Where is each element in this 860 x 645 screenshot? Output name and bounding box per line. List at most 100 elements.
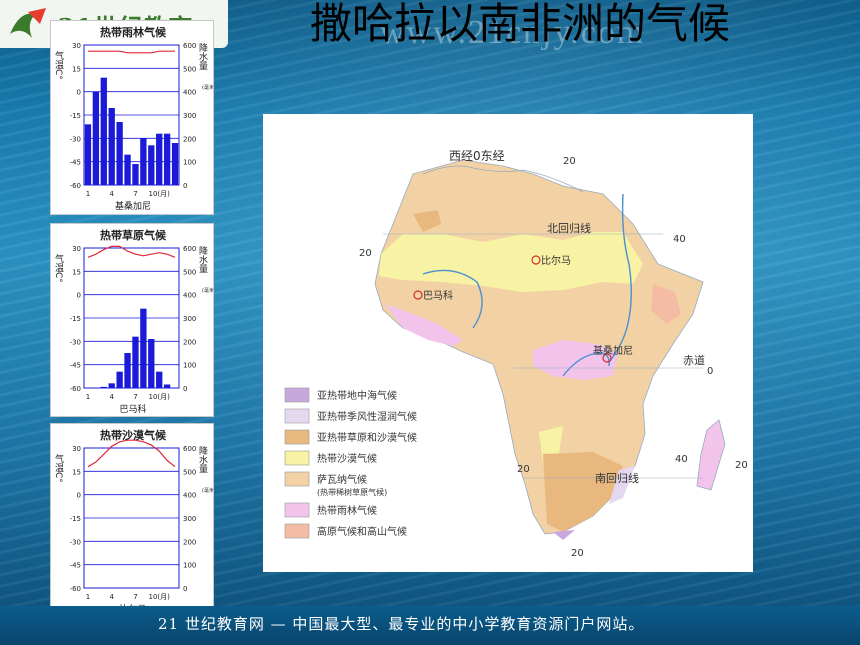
map-top-label: 西经0东经 bbox=[449, 149, 505, 163]
legend-item: 高原气候和高山气候 bbox=[284, 523, 407, 539]
climate-chart-savanna: 热带草原气候气温C° 降水量 (毫米) 30 600 15 500 0 400 -15 300 -30… bbox=[53, 228, 213, 415]
precip-tick-label: 500 bbox=[183, 468, 196, 476]
kisangani-label: 基桑加尼 bbox=[593, 344, 633, 357]
precip-unit-label: (毫米) bbox=[202, 287, 213, 294]
chart-panel-savanna: 热带草原气候气温C° 降水量 (毫米) 30 600 15 500 0 400 -15 300 -30… bbox=[50, 223, 214, 417]
legend-swatch bbox=[284, 471, 310, 487]
month-tick-label: 7 bbox=[133, 593, 137, 601]
temp-tick-label: -15 bbox=[70, 515, 81, 523]
precip-bar bbox=[140, 138, 147, 185]
precip-unit-label: (毫米) bbox=[202, 487, 213, 494]
station-name: 巴马科 bbox=[119, 403, 146, 415]
precip-tick-label: 500 bbox=[183, 268, 196, 276]
precip-tick-label: 0 bbox=[183, 585, 187, 593]
precip-bar bbox=[124, 353, 131, 388]
lat20n-label: 20 bbox=[359, 248, 372, 259]
precip-bar bbox=[156, 133, 163, 185]
temp-tick-label: 15 bbox=[72, 65, 81, 73]
legend-label: 高原气候和高山气候 bbox=[317, 525, 407, 538]
chart-panel-desert: 热带沙漠气候气温C°降水量(毫米)30600155000400-15300-30… bbox=[50, 423, 214, 613]
temp-tick-label: -30 bbox=[70, 135, 81, 143]
precip-axis-label: 降水量 bbox=[197, 42, 208, 70]
precip-bar bbox=[163, 384, 171, 388]
precip-tick-label: 0 bbox=[183, 182, 187, 190]
precip-bar bbox=[108, 108, 115, 185]
madagascar bbox=[696, 419, 726, 491]
precip-tick-label: 600 bbox=[183, 445, 196, 453]
precip-tick-label: 400 bbox=[183, 89, 196, 97]
temp-tick-label: 0 bbox=[77, 89, 81, 97]
legend-swatch bbox=[284, 408, 310, 424]
bamako-label: 巴马科 bbox=[423, 289, 453, 302]
lat20s-bottom-label: 20 bbox=[571, 548, 584, 559]
precip-tick-label: 300 bbox=[183, 112, 196, 120]
temp-tick-label: 15 bbox=[72, 468, 81, 476]
legend-item: 亚热带草原和沙漠气候 bbox=[284, 429, 417, 445]
climate-chart-desert: 热带沙漠气候气温C°降水量(毫米)30600155000400-15300-30… bbox=[53, 428, 213, 612]
month-tick-label: 10(月) bbox=[149, 190, 171, 198]
temp-axis-label: 气温C° bbox=[53, 453, 64, 483]
equator-label: 赤道 bbox=[683, 353, 705, 367]
temp-tick-label: 30 bbox=[72, 42, 81, 50]
legend-label: 热带沙漠气候 bbox=[317, 452, 377, 465]
precip-bar bbox=[148, 339, 155, 388]
precip-bar bbox=[140, 308, 147, 388]
month-tick-label: 7 bbox=[133, 190, 137, 198]
temp-tick-label: -15 bbox=[70, 315, 81, 323]
month-tick-label: 10(月) bbox=[149, 393, 171, 401]
bilma-label: 比尔马 bbox=[541, 254, 571, 267]
legend-swatch bbox=[284, 387, 310, 403]
precip-tick-label: 400 bbox=[183, 292, 196, 300]
precip-tick-label: 100 bbox=[183, 362, 196, 370]
legend-swatch bbox=[284, 429, 310, 445]
tropic-north-label: 北回归线 bbox=[547, 221, 591, 235]
precip-bar bbox=[148, 145, 155, 185]
chart-panel-rainforest: 热带雨林气候气温C° 降水量 (毫米) 30 600 15 500 0 400 -15 300 -30… bbox=[50, 20, 214, 215]
legend-swatch bbox=[284, 502, 310, 518]
temp-axis-label: 气温C° bbox=[53, 253, 64, 283]
legend-item: 亚热带季风性湿润气候 bbox=[284, 408, 417, 424]
lat20s-left-label: 20 bbox=[517, 464, 530, 475]
temp-tick-label: -45 bbox=[70, 362, 81, 370]
precip-bar bbox=[171, 143, 179, 185]
lat20s-right-label: 20 bbox=[735, 460, 748, 471]
precip-tick-label: 100 bbox=[183, 562, 196, 570]
legend-label: 萨瓦纳气候 bbox=[317, 473, 367, 486]
lat0-label: 0 bbox=[707, 366, 713, 377]
precip-tick-label: 200 bbox=[183, 538, 196, 546]
page-title: 撒哈拉以南非洲的气候 bbox=[309, 0, 730, 48]
precip-bar bbox=[100, 77, 107, 185]
station-name: 基桑加尼 bbox=[115, 200, 151, 212]
logo-mark-icon bbox=[10, 8, 46, 38]
legend-sublabel: (热带稀树草原气候) bbox=[317, 487, 387, 497]
precip-bar bbox=[116, 371, 123, 388]
legend-swatch bbox=[284, 523, 310, 539]
month-tick-label: 4 bbox=[109, 190, 114, 198]
temp-tick-label: -45 bbox=[70, 562, 81, 570]
footer-text: 21 世纪教育网 — 中国最大型、最专业的中小学教育资源门户网站。 bbox=[158, 615, 645, 633]
precip-bar bbox=[132, 164, 139, 185]
lon40-label: 40 bbox=[673, 234, 686, 245]
legend-label: 亚热带季风性湿润气候 bbox=[317, 410, 417, 423]
precip-bar bbox=[108, 383, 115, 388]
precip-tick-label: 600 bbox=[183, 245, 196, 253]
precip-tick-label: 500 bbox=[183, 65, 196, 73]
temp-tick-label: -60 bbox=[70, 385, 81, 393]
precip-tick-label: 0 bbox=[183, 385, 187, 393]
precip-axis-label: 降水量 bbox=[197, 245, 208, 273]
month-tick-label: 4 bbox=[109, 393, 114, 401]
temp-tick-label: -60 bbox=[70, 182, 81, 190]
precip-bar bbox=[132, 336, 139, 388]
lon40-south-label: 40 bbox=[675, 454, 688, 465]
precip-bar bbox=[84, 124, 92, 185]
precip-tick-label: 100 bbox=[183, 159, 196, 167]
precip-tick-label: 300 bbox=[183, 315, 196, 323]
temperature-line bbox=[88, 50, 175, 54]
precip-bar bbox=[92, 91, 100, 185]
temperature-line bbox=[87, 439, 176, 468]
precip-bar bbox=[116, 122, 123, 185]
precip-tick-label: 300 bbox=[183, 515, 196, 523]
precip-tick-label: 200 bbox=[183, 338, 196, 346]
precip-bar bbox=[100, 386, 107, 388]
temp-tick-label: 0 bbox=[77, 492, 81, 500]
